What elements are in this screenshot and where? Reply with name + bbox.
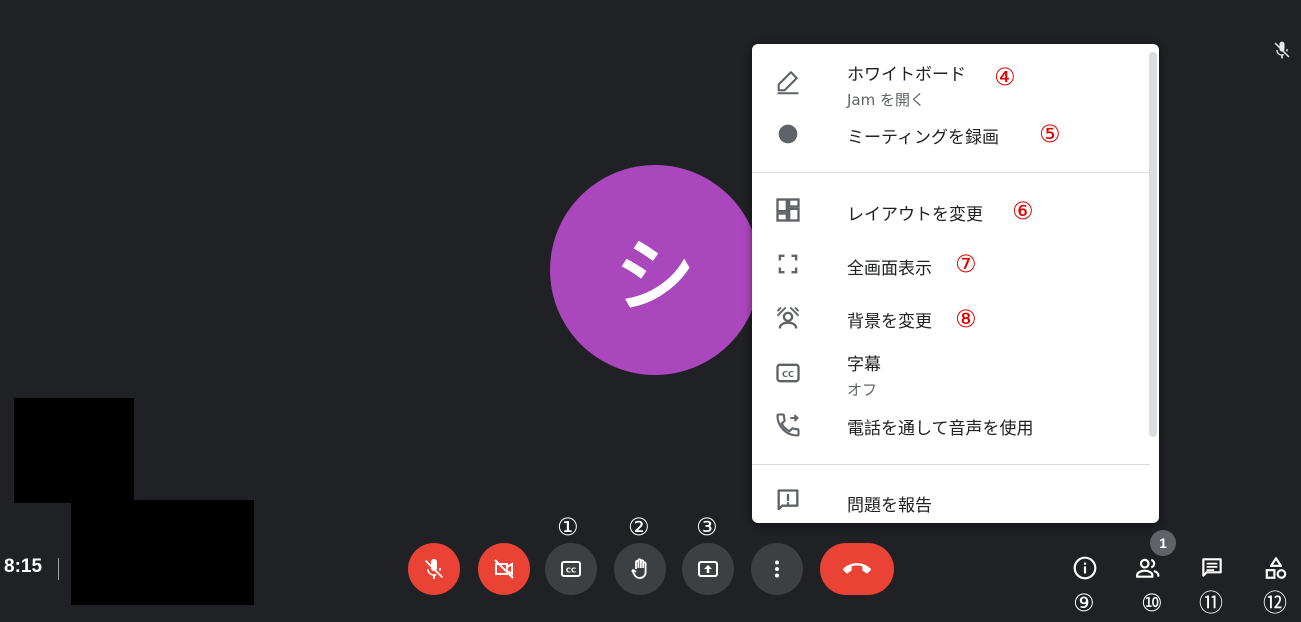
- menu-divider: [752, 464, 1150, 465]
- marker-4: ④: [994, 63, 1016, 91]
- record-icon: [774, 120, 802, 148]
- menu-item-captions[interactable]: CC 字幕 オフ: [752, 347, 1150, 403]
- menu-scrollbar[interactable]: [1149, 52, 1157, 437]
- meeting-info-redacted: [71, 500, 254, 605]
- camera-off-icon: [494, 559, 514, 579]
- people-icon: [1136, 558, 1160, 578]
- marker-11: ⑪: [1199, 589, 1223, 617]
- marker-2: ②: [628, 513, 650, 541]
- menu-item-label: 背景を変更: [847, 312, 932, 332]
- activities-button[interactable]: [1262, 554, 1290, 582]
- menu-item-label: ホワイトボード: [847, 65, 966, 85]
- people-button[interactable]: [1134, 554, 1162, 582]
- menu-item-label: 字幕: [847, 355, 881, 375]
- marker-9: ⑨: [1073, 589, 1095, 617]
- mic-off-icon: [425, 559, 443, 579]
- menu-item-sublabel: オフ: [847, 381, 878, 399]
- menu-item-label: 全画面表示: [847, 259, 932, 279]
- background-icon: [774, 304, 802, 332]
- marker-8: ⑧: [955, 305, 977, 333]
- menu-item-change-background[interactable]: 背景を変更 ⑧: [752, 303, 1150, 333]
- chat-button[interactable]: [1198, 554, 1226, 582]
- menu-item-label: ミーティングを録画: [847, 128, 999, 148]
- end-call-icon: [843, 563, 871, 574]
- present-icon: [698, 561, 718, 577]
- participant-count-badge: 1: [1150, 530, 1176, 556]
- more-options-button[interactable]: [751, 543, 803, 595]
- marker-5: ⑤: [1039, 120, 1061, 148]
- menu-item-label: レイアウトを変更: [847, 205, 983, 225]
- info-icon: [1073, 556, 1097, 580]
- menu-item-label: 問題を報告: [847, 496, 932, 516]
- menu-item-label: 電話を通して音声を使用: [847, 419, 1034, 439]
- camera-toggle-button[interactable]: [478, 543, 530, 595]
- marker-7: ⑦: [955, 250, 977, 278]
- pen-icon: [774, 67, 802, 95]
- captions-button[interactable]: CC: [545, 543, 597, 595]
- menu-item-phone-audio[interactable]: 電話を通して音声を使用: [752, 410, 1150, 440]
- self-video-tile: [14, 398, 134, 503]
- menu-item-whiteboard[interactable]: ホワイトボード Jam を開く ④: [752, 58, 1150, 114]
- participant-avatar: シ: [550, 165, 760, 375]
- fullscreen-icon: [774, 250, 802, 278]
- marker-1: ①: [557, 513, 579, 541]
- menu-item-change-layout[interactable]: レイアウトを変更 ⑥: [752, 196, 1150, 226]
- svg-text:CC: CC: [782, 369, 794, 379]
- menu-item-fullscreen[interactable]: 全画面表示 ⑦: [752, 249, 1150, 279]
- present-screen-button[interactable]: [682, 543, 734, 595]
- avatar-initial: シ: [615, 230, 695, 323]
- meeting-details-button[interactable]: [1071, 554, 1099, 582]
- captions-icon: CC: [774, 359, 802, 387]
- hand-icon: [631, 558, 647, 579]
- mic-off-indicator-icon: [1272, 40, 1292, 60]
- menu-item-report-problem[interactable]: 問題を報告: [752, 487, 1150, 517]
- divider: [58, 558, 59, 580]
- more-options-menu: ホワイトボード Jam を開く ④ ミーティングを録画 ⑤ レイアウトを変更 ⑥…: [752, 44, 1159, 523]
- layout-icon: [774, 196, 802, 224]
- leave-call-button[interactable]: [820, 543, 894, 595]
- svg-text:CC: CC: [566, 567, 576, 575]
- report-icon: [774, 487, 802, 515]
- marker-12: ⑫: [1263, 589, 1287, 617]
- marker-10: ⑩: [1141, 589, 1163, 617]
- marker-3: ③: [696, 513, 718, 541]
- more-vert-icon: [775, 560, 779, 578]
- activities-icon: [1265, 557, 1287, 579]
- raise-hand-button[interactable]: [614, 543, 666, 595]
- meeting-time: 8:15: [4, 556, 43, 577]
- phone-forward-icon: [774, 411, 802, 439]
- menu-item-record[interactable]: ミーティングを録画 ⑤: [752, 118, 1150, 148]
- marker-6: ⑥: [1012, 197, 1034, 225]
- menu-item-sublabel: Jam を開く: [847, 91, 925, 109]
- menu-divider: [752, 172, 1150, 173]
- mic-toggle-button[interactable]: [408, 543, 460, 595]
- captions-icon: CC: [561, 561, 581, 577]
- chat-icon: [1202, 558, 1222, 577]
